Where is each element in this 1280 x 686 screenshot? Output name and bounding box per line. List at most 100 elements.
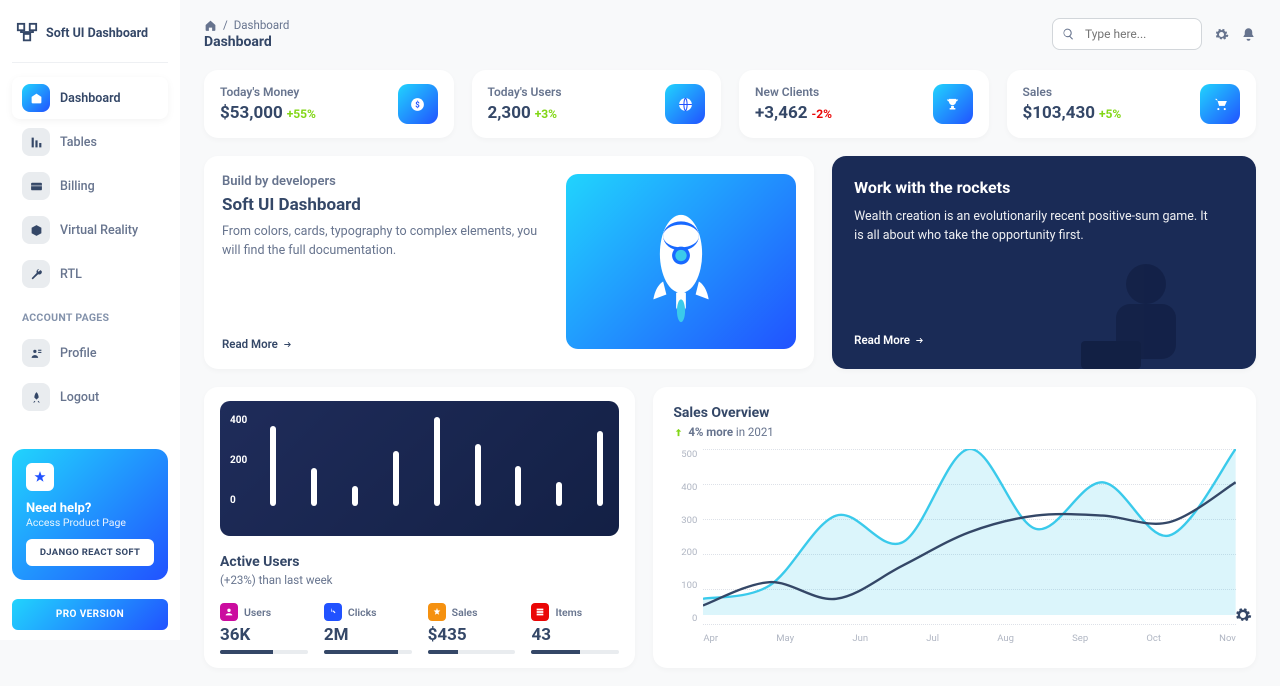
stat-label: Today's Money: [220, 85, 316, 99]
work-title: Work with the rockets: [854, 178, 1234, 197]
arrow-right-icon: [914, 335, 925, 346]
pro-version-button[interactable]: PRO VERSION: [12, 599, 168, 630]
x-tick: Aug: [997, 633, 1014, 644]
stat-change: +5%: [1099, 107, 1121, 121]
nav-item-rtl[interactable]: RTL: [12, 253, 168, 295]
metric-progress: [531, 650, 619, 654]
nav-label: Tables: [60, 135, 97, 150]
nav-section-title: ACCOUNT PAGES: [12, 297, 168, 330]
nav-item-vr[interactable]: Virtual Reality: [12, 209, 168, 251]
sales-delta: 4% more: [688, 425, 733, 439]
help-subtitle: Access Product Page: [26, 516, 154, 529]
svg-text:$: $: [415, 100, 420, 109]
nav-item-tables[interactable]: Tables: [12, 121, 168, 163]
dev-card: Build by developers Soft UI Dashboard Fr…: [204, 156, 814, 369]
metric-value: 2M: [324, 625, 412, 645]
y-tick: 300: [673, 515, 697, 526]
sales-subtitle: 4% more in 2021: [673, 425, 1236, 439]
nav: Dashboard Tables Billing Virtual Reality…: [12, 77, 168, 418]
wrench-icon: [22, 260, 50, 288]
metric-progress: [220, 650, 308, 654]
nav-label: Dashboard: [60, 91, 121, 106]
nav-item-dashboard[interactable]: Dashboard: [12, 77, 168, 119]
metric-icon: [324, 603, 342, 621]
trophy-icon: [933, 84, 973, 124]
coins-icon: $: [398, 84, 438, 124]
stat-card: New Clients +3,462 -2%: [739, 70, 989, 138]
dev-desc: From colors, cards, typography to comple…: [222, 223, 548, 261]
stat-label: New Clients: [755, 85, 832, 99]
metric-item: Users36K: [220, 603, 308, 654]
arrow-right-icon: [282, 339, 293, 350]
stat-change: -2%: [811, 107, 831, 121]
stat-value: +3,462: [755, 103, 807, 123]
stat-card: Today's Users 2,300 +3%: [472, 70, 722, 138]
globe-icon: [665, 84, 705, 124]
y-tick: 200: [673, 547, 697, 558]
help-card: Need help? Access Product Page DJANGO RE…: [12, 449, 168, 580]
stat-label: Sales: [1023, 85, 1122, 99]
stat-change: +3%: [535, 107, 557, 121]
metric-label: Sales: [452, 606, 478, 619]
stat-value: 2,300: [488, 103, 531, 123]
settings-fab[interactable]: [1228, 600, 1258, 630]
nav-item-billing[interactable]: Billing: [12, 165, 168, 207]
nav-item-logout[interactable]: Logout: [12, 376, 168, 418]
bar: [311, 468, 317, 506]
read-more-label: Read More: [854, 333, 910, 347]
bar: [556, 482, 562, 506]
nav-label: Logout: [60, 390, 99, 405]
home-icon[interactable]: [204, 19, 217, 32]
bar: [597, 431, 603, 506]
y-tick: 500: [673, 449, 697, 460]
brand-logo[interactable]: Soft UI Dashboard: [12, 16, 168, 63]
arrow-up-icon: [673, 427, 684, 438]
bell-icon[interactable]: [1241, 27, 1256, 42]
read-more-link[interactable]: Read More: [222, 337, 548, 351]
x-tick: Jul: [926, 633, 939, 644]
y-tick: 0: [230, 495, 247, 506]
breadcrumb-sep: /: [223, 18, 228, 32]
help-docs-button[interactable]: DJANGO REACT SOFT: [26, 539, 154, 566]
nav-item-profile[interactable]: Profile: [12, 332, 168, 374]
metric-label: Users: [244, 606, 271, 619]
nav-label: Profile: [60, 346, 97, 361]
bar: [352, 486, 358, 506]
dev-title: Soft UI Dashboard: [222, 195, 548, 215]
search: [1052, 18, 1202, 50]
active-users-title: Active Users: [220, 554, 619, 570]
gear-icon[interactable]: [1214, 27, 1229, 42]
metric-icon: [428, 603, 446, 621]
bar: [515, 466, 521, 506]
bar: [475, 444, 481, 506]
topbar: / Dashboard Dashboard: [204, 18, 1256, 50]
bar: [393, 451, 399, 506]
sales-overview-card: Sales Overview 4% more in 2021 500400300…: [653, 387, 1256, 668]
stats-row: Today's Money $53,000 +55% $ Today's User…: [204, 70, 1256, 138]
x-tick: Nov: [1219, 633, 1236, 644]
stat-value: $53,000: [220, 103, 283, 123]
x-tick: May: [776, 633, 794, 644]
page-title: Dashboard: [204, 34, 289, 50]
stat-label: Today's Users: [488, 85, 562, 99]
logo-icon: [16, 22, 38, 44]
rocket-illustration: [566, 174, 796, 349]
x-tick: Sep: [1072, 633, 1088, 644]
x-tick: Apr: [703, 633, 718, 644]
gear-icon: [1234, 606, 1252, 624]
metric-label: Clicks: [348, 606, 377, 619]
stat-change: +55%: [287, 107, 316, 121]
brand-text: Soft UI Dashboard: [46, 26, 148, 41]
shop-icon: [22, 84, 50, 112]
chart-icon: [22, 128, 50, 156]
bars-chart: 400 200 0: [220, 401, 619, 536]
metric-item: Items43: [531, 603, 619, 654]
breadcrumb-current: Dashboard: [234, 18, 290, 32]
help-title: Need help?: [26, 501, 154, 516]
dev-pretitle: Build by developers: [222, 174, 548, 189]
metric-value: 43: [531, 625, 619, 645]
nav-label: Virtual Reality: [60, 223, 138, 238]
rocket-icon: [22, 383, 50, 411]
active-users-card: 400 200 0 Active Users (+23%) than last …: [204, 387, 635, 668]
metric-progress: [324, 650, 412, 654]
